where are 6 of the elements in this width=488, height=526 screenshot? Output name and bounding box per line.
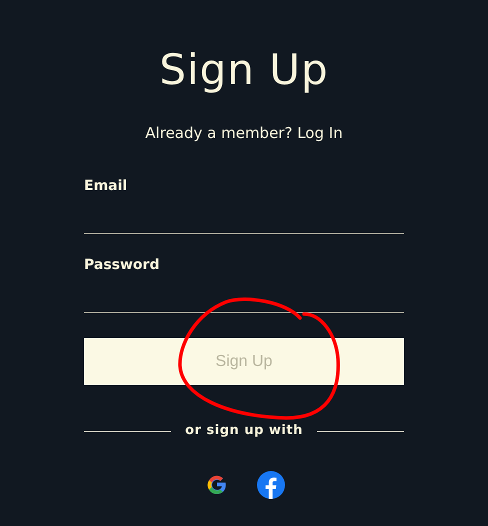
facebook-icon[interactable] xyxy=(257,471,285,499)
field-label: Password xyxy=(84,256,160,274)
field-label: Email xyxy=(84,177,128,195)
page-title: Sign Up xyxy=(159,44,329,96)
login-link[interactable]: Already a member? Log In xyxy=(145,123,343,143)
divider-text: or sign up with xyxy=(185,423,303,439)
